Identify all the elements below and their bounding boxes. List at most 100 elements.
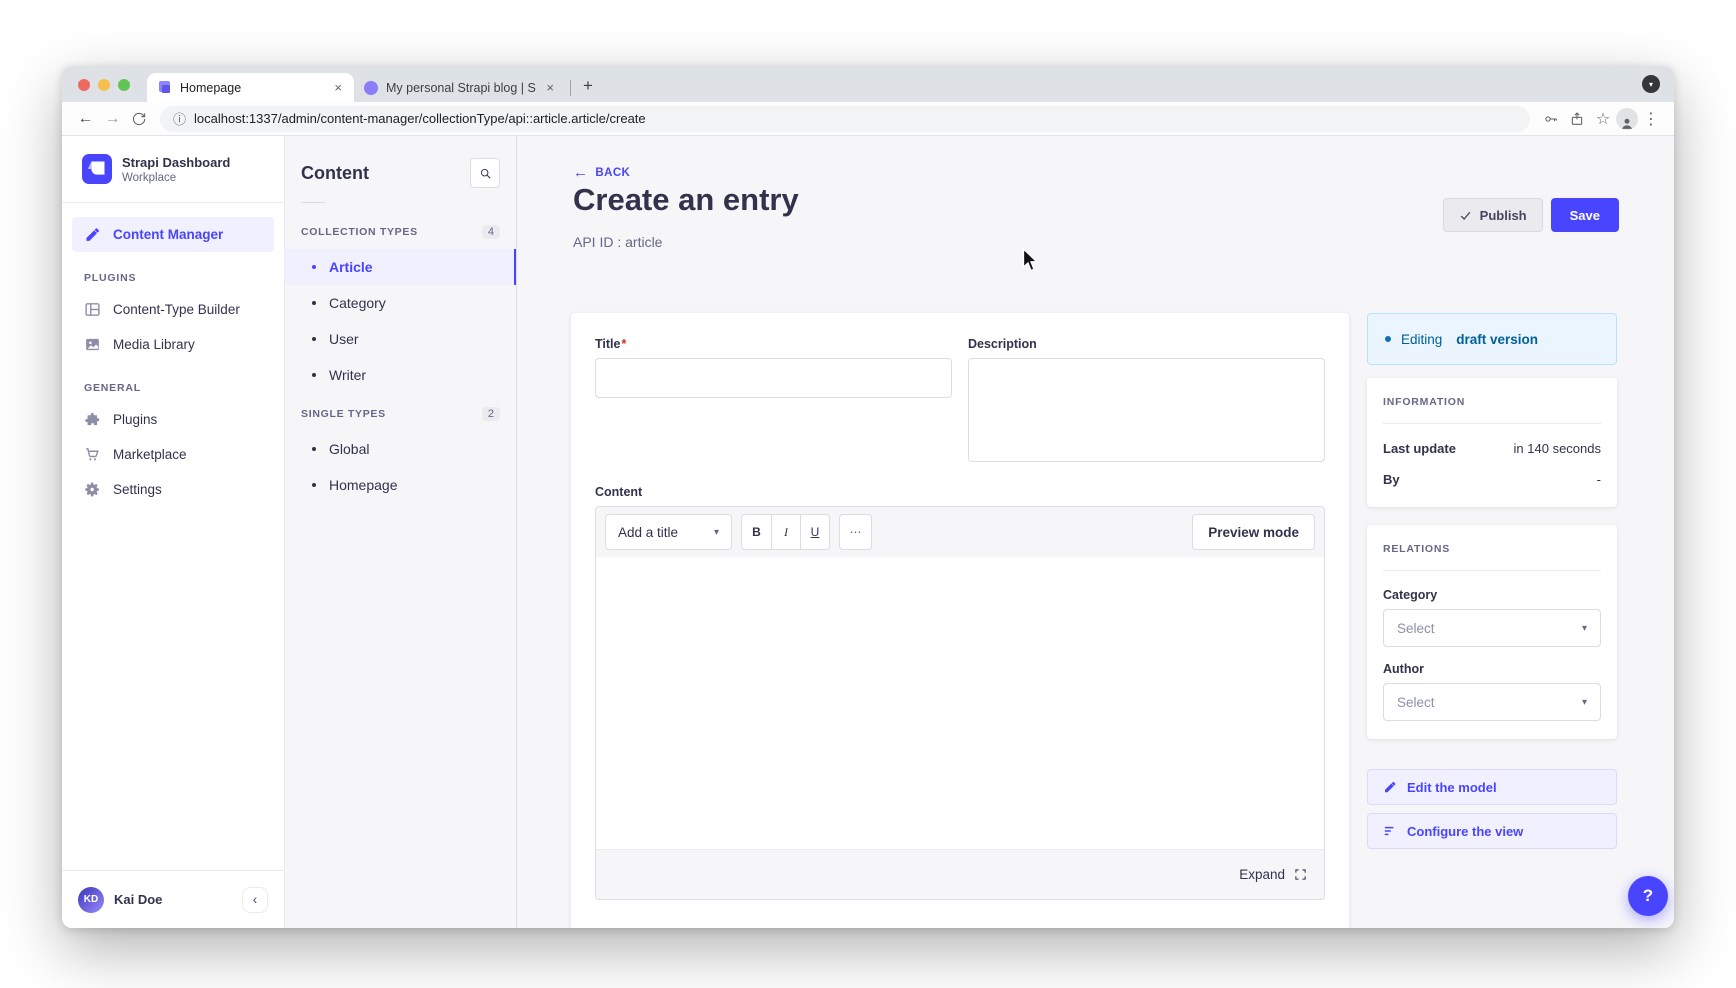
new-tab-button[interactable]: + xyxy=(575,73,601,99)
subnav-item-category[interactable]: Category xyxy=(285,285,516,321)
underline-button[interactable]: U xyxy=(800,515,829,549)
category-select[interactable]: Select ▾ xyxy=(1383,609,1601,647)
back-link[interactable]: ← BACK xyxy=(573,164,630,181)
publish-button[interactable]: Publish xyxy=(1443,198,1543,232)
main-content: ← BACK Create an entry API ID : article … xyxy=(517,136,1674,928)
user-avatar[interactable]: KD xyxy=(78,887,104,913)
sidebar-item-settings[interactable]: Settings xyxy=(72,472,274,507)
draft-version-banner: Editingdraft version xyxy=(1367,313,1617,365)
zoom-window-button[interactable] xyxy=(118,79,130,91)
subnav-item-global[interactable]: Global xyxy=(285,431,516,467)
sidebar-item-label: Marketplace xyxy=(113,447,187,462)
collapse-sidebar-button[interactable]: ‹ xyxy=(242,887,268,913)
collection-types-label: COLLECTION TYPES xyxy=(301,226,418,238)
single-types-count-badge: 2 xyxy=(482,407,500,421)
more-formats-button[interactable]: ⋯ xyxy=(839,514,872,550)
minimize-window-button[interactable] xyxy=(98,79,110,91)
close-tab-icon[interactable]: × xyxy=(544,80,556,95)
help-button[interactable]: ? xyxy=(1628,876,1668,916)
forward-nav-icon[interactable]: → xyxy=(99,105,126,132)
by-value: - xyxy=(1597,472,1601,487)
brand-subtitle: Workplace xyxy=(122,172,230,184)
subnav-item-homepage[interactable]: Homepage xyxy=(285,467,516,503)
editor-footer: Expand xyxy=(596,849,1324,899)
subnav-item-label: Homepage xyxy=(329,477,398,493)
bullet-icon xyxy=(312,337,316,341)
information-title: INFORMATION xyxy=(1383,396,1601,424)
last-update-row: Last update in 140 seconds xyxy=(1383,441,1601,456)
window-controls xyxy=(78,79,130,91)
category-label: Category xyxy=(1383,588,1601,602)
back-nav-icon[interactable]: ← xyxy=(72,105,99,132)
check-icon xyxy=(1459,209,1472,222)
sidebar-item-media-library[interactable]: Media Library xyxy=(72,327,274,362)
title-input[interactable] xyxy=(595,358,952,398)
subnav-item-user[interactable]: User xyxy=(285,321,516,357)
close-tab-icon[interactable]: × xyxy=(332,80,344,95)
sidebar-item-content-type-builder[interactable]: Content-Type Builder xyxy=(72,292,274,327)
close-window-button[interactable] xyxy=(78,79,90,91)
sidebar-item-content-manager[interactable]: Content Manager xyxy=(72,217,274,252)
pencil-icon xyxy=(1383,780,1397,794)
media-icon xyxy=(84,336,101,353)
url-bar[interactable]: ⓘ localhost:1337/admin/content-manager/c… xyxy=(160,106,1530,132)
description-textarea[interactable] xyxy=(968,358,1325,462)
subnav-item-label: Global xyxy=(329,441,369,457)
sidebar-item-label: Content-Type Builder xyxy=(113,302,240,317)
expand-icon[interactable] xyxy=(1294,868,1307,881)
tab-blog[interactable]: My personal Strapi blog | Strap × xyxy=(354,73,566,102)
strapi-admin: Strapi Dashboard Workplace Content Manag… xyxy=(62,136,1674,928)
by-row: By - xyxy=(1383,472,1601,487)
bullet-icon xyxy=(312,447,316,451)
pen-icon xyxy=(84,226,101,243)
divider xyxy=(301,202,325,203)
subnav-item-label: Article xyxy=(329,259,373,275)
edit-model-label: Edit the model xyxy=(1407,780,1497,795)
sidebar-section-plugins: PLUGINS xyxy=(62,252,284,292)
bookmark-star-icon[interactable]: ☆ xyxy=(1590,106,1616,132)
tab-homepage[interactable]: Homepage × xyxy=(147,73,354,102)
relations-card: RELATIONS Category Select ▾ Author Selec… xyxy=(1367,525,1617,739)
password-key-icon[interactable] xyxy=(1538,106,1564,132)
tab-search-button[interactable]: ▾ xyxy=(1642,75,1660,93)
subnav-item-writer[interactable]: Writer xyxy=(285,357,516,393)
entry-form-card: Title* Description Content Add a xyxy=(571,313,1349,928)
save-button[interactable]: Save xyxy=(1551,198,1619,232)
site-info-icon[interactable]: ⓘ xyxy=(173,109,186,128)
category-select-value: Select xyxy=(1397,621,1435,636)
italic-button[interactable]: I xyxy=(771,515,800,549)
search-icon xyxy=(479,167,492,180)
subnav-item-label: User xyxy=(329,331,359,347)
single-types-label: SINGLE TYPES xyxy=(301,408,386,420)
expand-button[interactable]: Expand xyxy=(1239,867,1285,882)
browser-toolbar: ← → ⓘ localhost:1337/admin/content-manag… xyxy=(62,102,1674,136)
editor-body[interactable] xyxy=(596,557,1324,849)
browser-menu-icon[interactable]: ⋮ xyxy=(1638,106,1664,132)
tab-title: Homepage xyxy=(180,81,324,95)
side-panel: Editingdraft version INFORMATION Last up… xyxy=(1367,313,1617,849)
page-title: Create an entry xyxy=(573,182,799,218)
back-label: BACK xyxy=(595,167,630,179)
publish-label: Publish xyxy=(1480,208,1527,223)
configure-lines-icon xyxy=(1383,824,1397,838)
editing-prefix: Editing xyxy=(1401,332,1442,347)
preview-mode-button[interactable]: Preview mode xyxy=(1192,514,1315,550)
layout-icon xyxy=(84,301,101,318)
search-button[interactable] xyxy=(470,158,500,188)
edit-model-button[interactable]: Edit the model xyxy=(1367,769,1617,805)
sidebar-item-plugins[interactable]: Plugins xyxy=(72,402,274,437)
share-icon[interactable] xyxy=(1564,106,1590,132)
sidebar-item-marketplace[interactable]: Marketplace xyxy=(72,437,274,472)
cart-icon xyxy=(84,446,101,463)
browser-profile-avatar[interactable] xyxy=(1616,108,1638,130)
subnav-item-article[interactable]: Article xyxy=(285,249,516,285)
gear-icon xyxy=(84,481,101,498)
configure-view-button[interactable]: Configure the view xyxy=(1367,813,1617,849)
bold-button[interactable]: B xyxy=(742,515,771,549)
brand[interactable]: Strapi Dashboard Workplace xyxy=(62,136,284,203)
author-select[interactable]: Select ▾ xyxy=(1383,683,1601,721)
strapi-favicon-icon xyxy=(157,80,172,95)
add-title-dropdown[interactable]: Add a title ▾ xyxy=(605,514,732,550)
bullet-icon xyxy=(312,483,316,487)
reload-icon[interactable] xyxy=(126,106,152,132)
